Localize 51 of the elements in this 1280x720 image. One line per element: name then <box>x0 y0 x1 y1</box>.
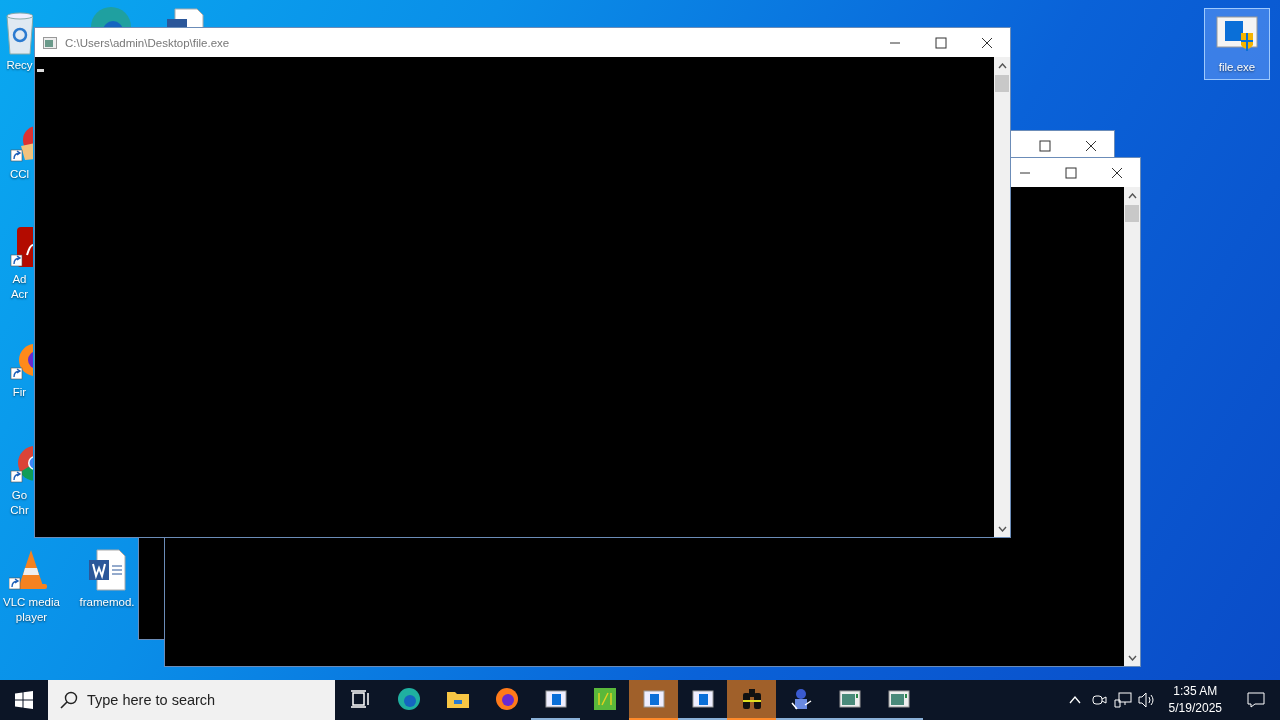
application-window-icon <box>690 687 715 711</box>
scroll-thumb[interactable] <box>1125 205 1139 222</box>
close-icon <box>981 36 993 49</box>
scroll-down-icon <box>1127 654 1137 661</box>
console-app-icon <box>43 36 57 49</box>
clock-date: 5/19/2025 <box>1168 700 1222 717</box>
edge-icon <box>396 687 421 711</box>
icon-label: VLC media player <box>3 595 60 625</box>
maximize-icon <box>935 36 947 49</box>
icon-label: CCl <box>9 167 30 182</box>
icon-label: Recy <box>6 58 33 73</box>
scrollbar[interactable] <box>994 57 1010 537</box>
network-icon <box>1113 692 1132 708</box>
maximize-icon <box>1039 139 1051 152</box>
scroll-up-icon <box>997 62 1007 69</box>
application-window-icon <box>543 687 568 711</box>
maximize-icon <box>1065 166 1077 179</box>
close-icon <box>1111 166 1123 179</box>
icon-label: Fir <box>12 385 27 400</box>
desktop-icon[interactable]: framemod. <box>76 547 138 611</box>
icon-label: Go Chr <box>10 488 29 518</box>
app-tile-icon <box>592 687 617 711</box>
taskbar-button[interactable] <box>727 680 776 720</box>
icon-label: framemod. <box>79 595 135 610</box>
chevron-up-icon <box>1068 696 1081 704</box>
close-icon <box>1085 139 1097 152</box>
text-cursor <box>37 69 44 72</box>
clock-time: 1:35 AM <box>1173 683 1218 700</box>
wizard-icon <box>788 687 813 711</box>
desktop-icon[interactable]: Recy <box>5 10 34 74</box>
scrollbar[interactable] <box>1124 187 1140 666</box>
speaker-icon <box>1137 692 1156 708</box>
scroll-up-icon <box>1127 192 1137 199</box>
desktop-icon[interactable]: VLC media player <box>2 547 61 626</box>
windows-logo-icon <box>15 691 33 709</box>
recycle-bin-icon <box>6 11 33 55</box>
search-field[interactable]: Type here to search <box>48 680 335 720</box>
search-icon <box>60 691 78 709</box>
icon-label: Ad Acr <box>10 272 29 302</box>
desktop-icon[interactable]: file.exe <box>1204 8 1270 80</box>
clock[interactable]: 1:35 AM 5/19/2025 <box>1158 683 1232 717</box>
application-window-icon <box>641 687 666 711</box>
console-window-icon <box>837 687 862 711</box>
icon-label: file.exe <box>1218 60 1256 75</box>
console-window-icon <box>886 687 911 711</box>
camera-icon <box>1090 692 1107 708</box>
scroll-thumb[interactable] <box>995 75 1009 92</box>
firefox-icon <box>494 687 519 711</box>
speech-bubble-icon <box>1247 692 1265 708</box>
scroll-down-icon <box>997 525 1007 532</box>
window-title: C:\Users\admin\Desktop\file.exe <box>65 36 231 49</box>
